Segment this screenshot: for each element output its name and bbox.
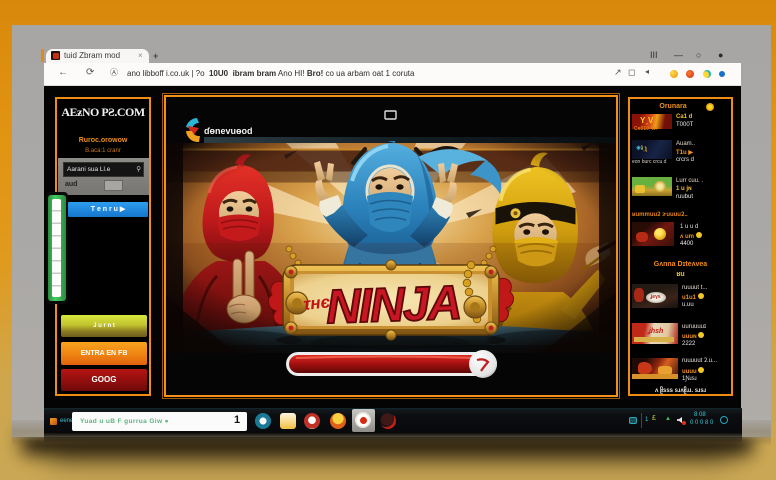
svg-text:ɗөnevuɵod: ɗөnevuɵod — [204, 126, 253, 136]
svg-text:NINJA: NINJA — [325, 277, 461, 335]
